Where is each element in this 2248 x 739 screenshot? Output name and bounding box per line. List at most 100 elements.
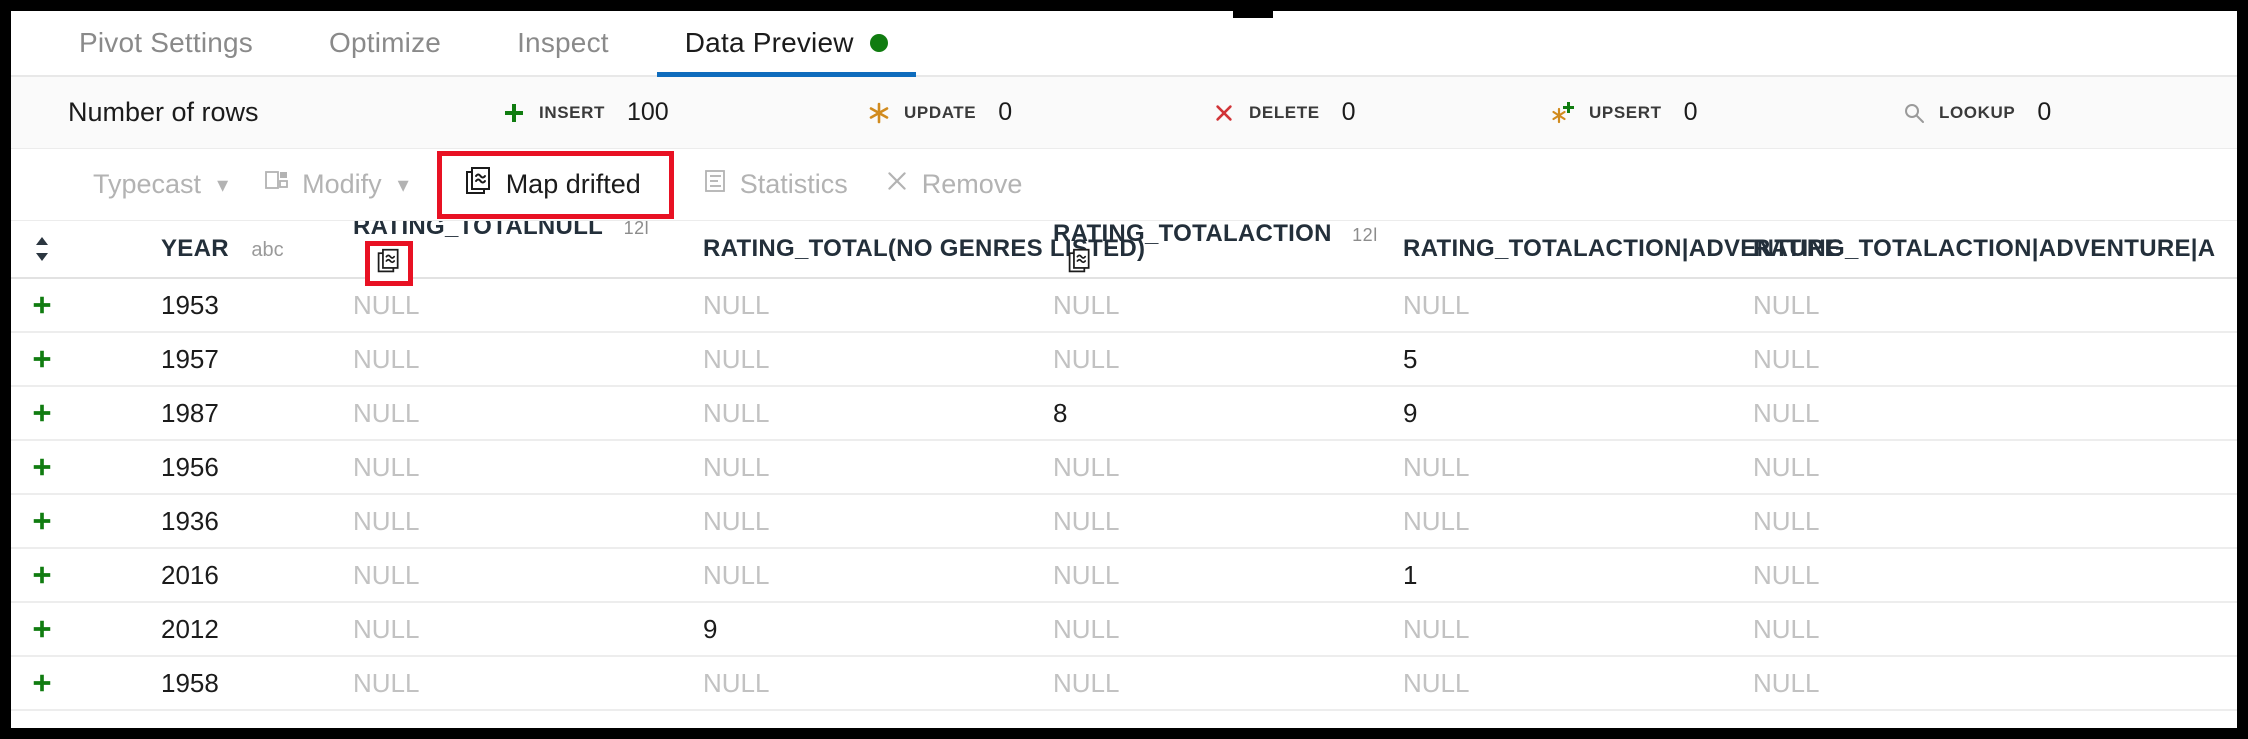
tab-optimize[interactable]: Optimize (291, 11, 479, 76)
cell-value: NULL (1053, 667, 1120, 698)
table-row[interactable]: 1956 NULL NULL NULL NULL NULL (11, 441, 2237, 495)
type-badge-numeric: 12l (1352, 224, 1378, 245)
map-drifted-button[interactable]: Map drifted (446, 158, 659, 212)
typecast-button[interactable]: Typecast ▾ (75, 158, 246, 212)
plus-icon (33, 458, 51, 476)
row-expand-button[interactable] (11, 456, 73, 478)
cell-value: NULL (353, 343, 420, 374)
row-expand-button[interactable] (11, 402, 73, 424)
tab-pivot-settings[interactable]: Pivot Settings (41, 11, 291, 76)
row-expand-button[interactable] (11, 564, 73, 586)
column-action-toolbar: Typecast ▾ Modify ▾ Map drifted Statisti… (11, 149, 2237, 221)
cell-year: 1953 (73, 290, 353, 321)
modify-icon (264, 168, 290, 201)
stat-label: DELETE (1249, 102, 1320, 122)
cell-value: NULL (1753, 505, 1820, 536)
cell-value: 5 (1403, 343, 1418, 374)
cell-value: 9 (1403, 397, 1418, 428)
cell-value: NULL (353, 451, 420, 482)
cell-value: 9 (703, 613, 718, 644)
row-expand-button[interactable] (11, 618, 73, 640)
cell-rating-totalnull: NULL (353, 614, 703, 645)
cell-value: NULL (353, 613, 420, 644)
table-row[interactable]: 2012 NULL 9 NULL NULL NULL (11, 603, 2237, 657)
map-drifted-icon (464, 166, 494, 203)
cell-value: 1958 (161, 667, 219, 698)
stat-value: 0 (1683, 98, 1698, 126)
map-drifted-column-icon[interactable] (376, 248, 402, 279)
cell-value: 2016 (161, 559, 219, 590)
row-expand-button[interactable] (11, 348, 73, 370)
tab-label: Data Preview (684, 27, 854, 58)
column-header-rating-totalaction-adventure[interactable]: RATING_TOTALACTION|ADVENTURE (1403, 235, 1840, 263)
cell-rating-totalnull: NULL (353, 668, 703, 699)
cell-value: 1956 (161, 451, 219, 482)
cell-rating-total-no-genres-listed: NULL (703, 398, 1053, 429)
statistics-button[interactable]: Statistics (684, 158, 866, 212)
cell-rating-total-no-genres-listed: NULL (703, 668, 1053, 699)
row-expand-button[interactable] (11, 510, 73, 532)
column-header-year[interactable]: YEAR abc (73, 235, 353, 263)
cell-rating-totalaction-adventure: NULL (1403, 668, 1753, 699)
cell-rating-total-no-genres-listed: NULL (703, 506, 1053, 537)
table-row[interactable]: 1987 NULL NULL 8 9 NULL (11, 387, 2237, 441)
data-flow-panel: Pivot Settings Optimize Inspect Data Pre… (11, 11, 2237, 728)
cell-value: NULL (703, 289, 770, 320)
cell-value: NULL (703, 667, 770, 698)
stat-value: 100 (626, 98, 669, 126)
remove-button[interactable]: Remove (866, 158, 1041, 212)
column-header-rating-totalaction-adventure-a[interactable]: RATING_TOTALACTION|ADVENTURE|A (1753, 235, 2215, 263)
cell-rating-totalaction-adventure: 5 (1403, 344, 1753, 375)
stat-value: 0 (2037, 98, 2052, 126)
panel-resize-handle[interactable] (1233, 11, 1273, 18)
close-icon (884, 168, 910, 201)
cell-value: NULL (1403, 451, 1470, 482)
column-name: RATING_TOTALNULL (353, 221, 604, 240)
table-row[interactable]: 1957 NULL NULL NULL 5 NULL (11, 333, 2237, 387)
cell-rating-totalaction: 8 (1053, 398, 1403, 429)
table-row[interactable]: 2016 NULL NULL NULL 1 NULL (11, 549, 2237, 603)
cell-value: NULL (353, 289, 420, 320)
stat-label: UPDATE (904, 102, 977, 122)
cell-value: NULL (1403, 613, 1470, 644)
remove-label: Remove (921, 169, 1023, 199)
cell-value: NULL (1403, 289, 1470, 320)
modify-button[interactable]: Modify ▾ (246, 158, 427, 212)
cell-rating-total-no-genres-listed: NULL (703, 452, 1053, 483)
map-drifted-column-icon[interactable] (1067, 248, 1093, 274)
screenshot-frame: Pivot Settings Optimize Inspect Data Pre… (0, 0, 2248, 739)
cell-rating-totalaction: NULL (1053, 614, 1403, 645)
cell-value: NULL (1753, 289, 1820, 320)
column-name: RATING_TOTALACTION|ADVENTURE|A (1753, 235, 2216, 262)
plus-icon (33, 566, 51, 584)
sort-toggle[interactable] (11, 236, 73, 262)
cell-rating-totalaction-adventure: 1 (1403, 560, 1753, 591)
table-row[interactable]: 1958 NULL NULL NULL NULL NULL (11, 657, 2237, 711)
cell-rating-totalaction: NULL (1053, 344, 1403, 375)
statistics-icon (702, 168, 728, 201)
tab-inspect[interactable]: Inspect (479, 11, 647, 76)
cell-rating-totalnull: NULL (353, 398, 703, 429)
cell-rating-totalnull: NULL (353, 452, 703, 483)
chevron-down-icon: ▾ (217, 171, 229, 197)
cell-rating-totalaction-adventure-a: NULL (1753, 614, 2173, 645)
asterisk-icon (866, 100, 892, 126)
table-row[interactable]: 1936 NULL NULL NULL NULL NULL (11, 495, 2237, 549)
cell-year: 1987 (73, 398, 353, 429)
cell-value: NULL (1403, 667, 1470, 698)
column-header-rating-total-no-genres-listed[interactable]: RATING_TOTAL(NO GENRES LISTED) (703, 235, 1145, 263)
row-expand-button[interactable] (11, 294, 73, 316)
cell-value: NULL (1753, 397, 1820, 428)
cell-value: NULL (1753, 451, 1820, 482)
cell-year: 1958 (73, 668, 353, 699)
cell-value: NULL (1053, 613, 1120, 644)
cell-rating-totalaction: NULL (1053, 668, 1403, 699)
tab-data-preview[interactable]: Data Preview (647, 11, 926, 78)
tab-bar: Pivot Settings Optimize Inspect Data Pre… (11, 11, 2237, 78)
column-header-rating-totalnull[interactable]: RATING_TOTALNULL 12l (353, 221, 703, 286)
cell-rating-totalnull: NULL (353, 560, 703, 591)
column-header-rating-totalaction[interactable]: RATING_TOTALACTION 12l (1053, 221, 1403, 279)
row-expand-button[interactable] (11, 672, 73, 694)
table-row[interactable]: 1953 NULL NULL NULL NULL NULL (11, 279, 2237, 333)
cell-value: NULL (703, 451, 770, 482)
